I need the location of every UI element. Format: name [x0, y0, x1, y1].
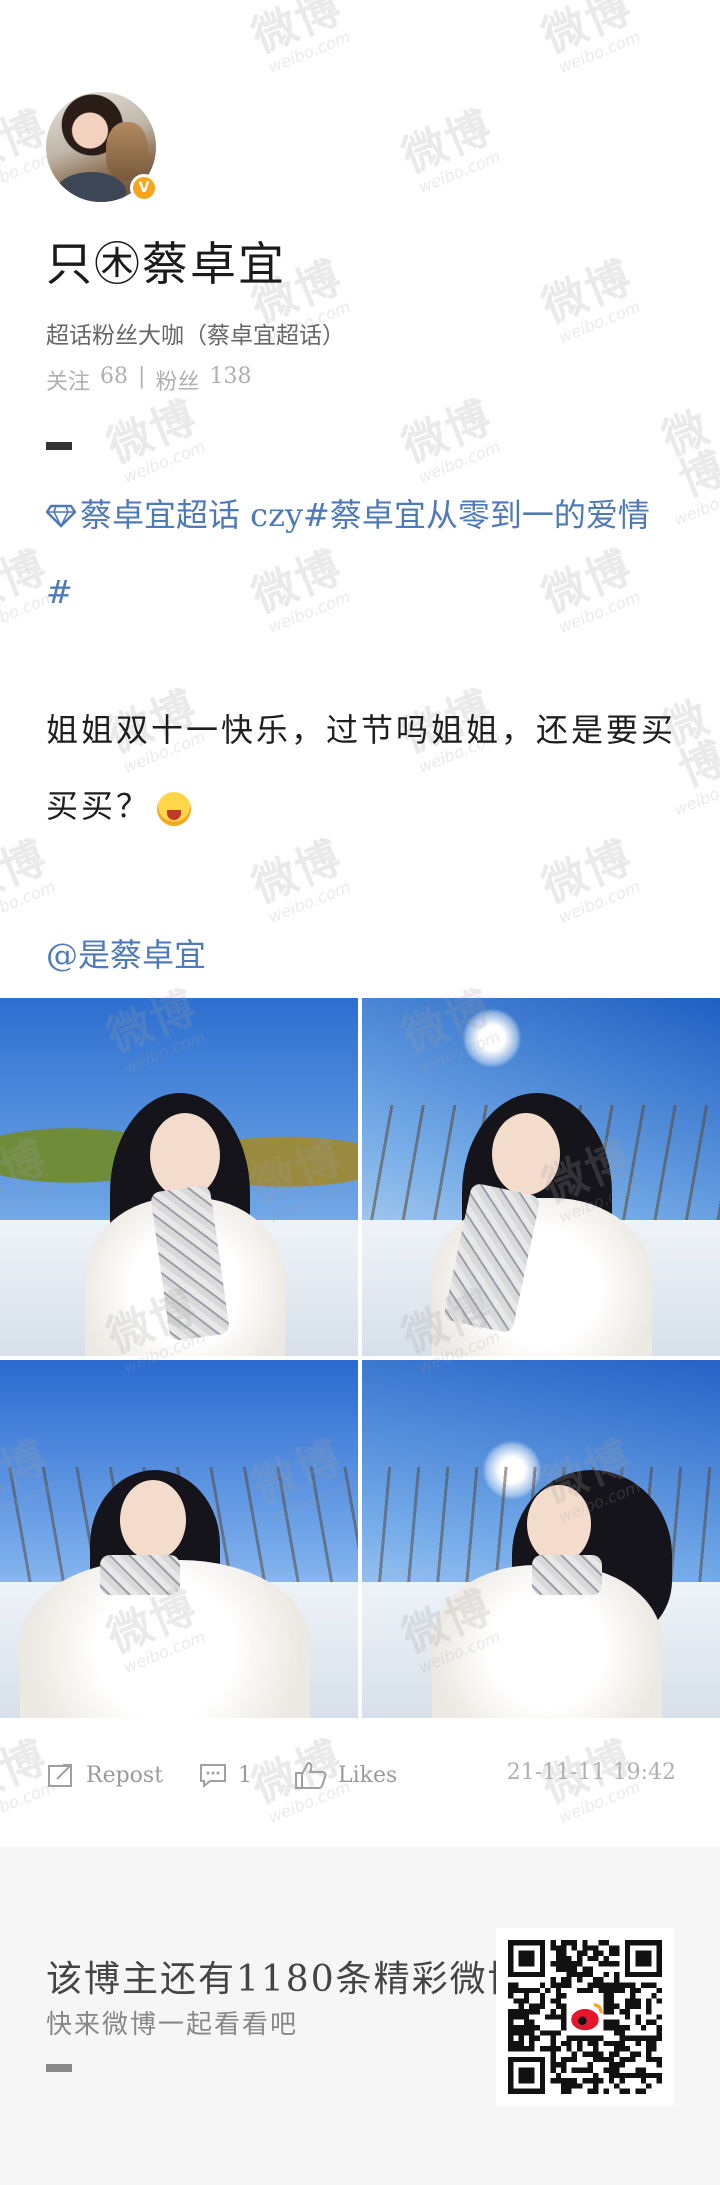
weibo-watermark: 微博 weibo.com [395, 101, 504, 197]
weibo-watermark: 微博 weibo.com [395, 391, 504, 487]
repost-button[interactable]: Repost [46, 1760, 163, 1790]
comment-button[interactable]: 1 [198, 1760, 252, 1790]
like-label: Likes [338, 1762, 398, 1788]
avatar-cat [106, 122, 148, 180]
mention-link[interactable]: @是蔡卓宜 [46, 930, 206, 976]
weibo-watermark: 微博 weibo.com [100, 391, 209, 487]
footer-subtitle: 快来微博一起看看吧 [46, 2010, 299, 2040]
weibo-watermark: 微博 weibo.com [245, 831, 354, 927]
following-count[interactable]: 68 [100, 364, 128, 396]
weibo-watermark: 微博 weibo.com [535, 0, 644, 77]
post-body: 姐姐双十一快乐，过节吗姐姐，还是要买买买？ [46, 692, 676, 844]
username[interactable]: 只㊍蔡卓宜 [46, 228, 286, 294]
stats-separator: | [138, 364, 146, 389]
post-body-text: 姐姐双十一快乐，过节吗姐姐，还是要买买买？ [46, 711, 677, 825]
photo-4[interactable] [362, 1360, 720, 1718]
footer-title: 该博主还有1180条精彩微博 [46, 1959, 516, 2000]
weibo-share-card: 微博 weibo.com 微博 weibo.com 微博 weibo.com 微博 weibo… [0, 0, 720, 2185]
thumbs-up-icon [295, 1761, 327, 1789]
verified-badge-icon: V [130, 174, 158, 202]
photo-grid [0, 998, 720, 1718]
diamond-icon [45, 480, 77, 555]
followers-label: 粉丝 [155, 370, 200, 395]
crying-face-emoji-icon [157, 791, 192, 826]
comment-icon [200, 1764, 226, 1789]
topic-line[interactable]: 蔡卓宜超话 czy#蔡卓宜从零到一的爱情# [45, 478, 676, 630]
photo-1[interactable] [0, 998, 358, 1356]
header-divider [46, 442, 72, 450]
post-timestamp: 21-11-11 19:42 [506, 1760, 676, 1785]
weibo-watermark: 微博 weibo.com [245, 0, 354, 77]
repost-label: Repost [86, 1762, 164, 1788]
photo-3[interactable] [0, 1360, 358, 1718]
followers-count[interactable]: 138 [209, 364, 251, 396]
like-button[interactable]: Likes [294, 1760, 397, 1790]
footer-divider [46, 2064, 72, 2072]
qr-code-image [508, 1940, 662, 2094]
user-description: 超话粉丝大咖（蔡卓宜超话） [46, 323, 345, 349]
photo-2[interactable] [362, 998, 720, 1356]
following-label: 关注 [46, 370, 91, 395]
user-stats: 关注 68 | 粉丝 138 [46, 364, 251, 396]
action-bar: Repost 1 Likes 21-11-11 19:42 [46, 1760, 676, 1800]
weibo-watermark: 微博 weibo.com [535, 251, 644, 347]
weibo-watermark: 微博 weibo.com [535, 831, 644, 927]
comment-count: 1 [238, 1762, 252, 1788]
qr-code[interactable] [496, 1928, 674, 2106]
topic-text[interactable]: 蔡卓宜超话 czy#蔡卓宜从零到一的爱情# [46, 496, 650, 611]
repost-icon [48, 1764, 72, 1787]
weibo-watermark: 微博 weibo.com [0, 831, 59, 927]
